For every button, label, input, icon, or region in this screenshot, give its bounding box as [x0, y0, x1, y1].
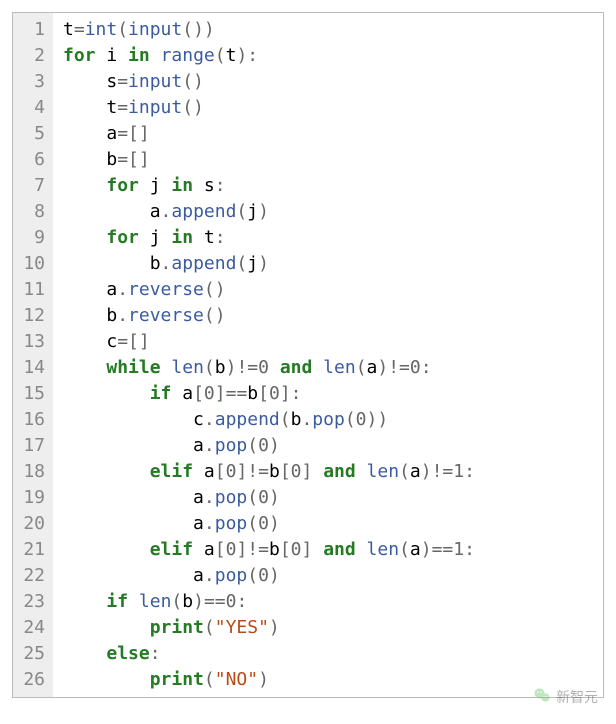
watermark: 新智元	[532, 685, 598, 708]
line-number: 8	[19, 199, 45, 225]
code-line: t=input()	[63, 95, 475, 121]
code-line: a.pop(0)	[63, 511, 475, 537]
code-line: a.append(j)	[63, 199, 475, 225]
line-number: 23	[19, 589, 45, 615]
wechat-icon	[532, 685, 552, 708]
line-number: 17	[19, 433, 45, 459]
line-number: 14	[19, 355, 45, 381]
line-number: 12	[19, 303, 45, 329]
line-number: 7	[19, 173, 45, 199]
code-line: a=[]	[63, 121, 475, 147]
line-number: 4	[19, 95, 45, 121]
code-line: a.pop(0)	[63, 485, 475, 511]
line-number: 22	[19, 563, 45, 589]
code-line: a.pop(0)	[63, 433, 475, 459]
line-number: 16	[19, 407, 45, 433]
line-number: 11	[19, 277, 45, 303]
code-line: for j in t:	[63, 225, 475, 251]
code-line: for i in range(t):	[63, 43, 475, 69]
watermark-text: 新智元	[556, 687, 598, 707]
line-number: 26	[19, 667, 45, 693]
line-number: 24	[19, 615, 45, 641]
code-line: for j in s:	[63, 173, 475, 199]
code-line: b.append(j)	[63, 251, 475, 277]
code-line: elif a[0]!=b[0] and len(a)==1:	[63, 537, 475, 563]
code-line: print("YES")	[63, 615, 475, 641]
code-line: t=int(input())	[63, 17, 475, 43]
code-line: a.pop(0)	[63, 563, 475, 589]
code-line: if len(b)==0:	[63, 589, 475, 615]
line-number: 10	[19, 251, 45, 277]
line-number: 13	[19, 329, 45, 355]
line-number: 2	[19, 43, 45, 69]
code-line: b.reverse()	[63, 303, 475, 329]
code-line: if a[0]==b[0]:	[63, 381, 475, 407]
code-line: b=[]	[63, 147, 475, 173]
code-block: 1234567891011121314151617181920212223242…	[12, 12, 604, 698]
code-line: s=input()	[63, 69, 475, 95]
line-number: 21	[19, 537, 45, 563]
line-number: 19	[19, 485, 45, 511]
line-number: 1	[19, 17, 45, 43]
line-number: 6	[19, 147, 45, 173]
line-number: 25	[19, 641, 45, 667]
line-number: 5	[19, 121, 45, 147]
code-content: t=int(input())for i in range(t): s=input…	[53, 13, 475, 697]
line-number: 9	[19, 225, 45, 251]
screenshot-frame: 1234567891011121314151617181920212223242…	[0, 0, 616, 724]
line-number-gutter: 1234567891011121314151617181920212223242…	[13, 13, 53, 697]
code-line: else:	[63, 641, 475, 667]
line-number: 18	[19, 459, 45, 485]
line-number: 3	[19, 69, 45, 95]
code-line: c=[]	[63, 329, 475, 355]
code-line: a.reverse()	[63, 277, 475, 303]
line-number: 15	[19, 381, 45, 407]
code-line: elif a[0]!=b[0] and len(a)!=1:	[63, 459, 475, 485]
code-line: while len(b)!=0 and len(a)!=0:	[63, 355, 475, 381]
line-number: 20	[19, 511, 45, 537]
code-line: c.append(b.pop(0))	[63, 407, 475, 433]
code-line: print("NO")	[63, 667, 475, 693]
